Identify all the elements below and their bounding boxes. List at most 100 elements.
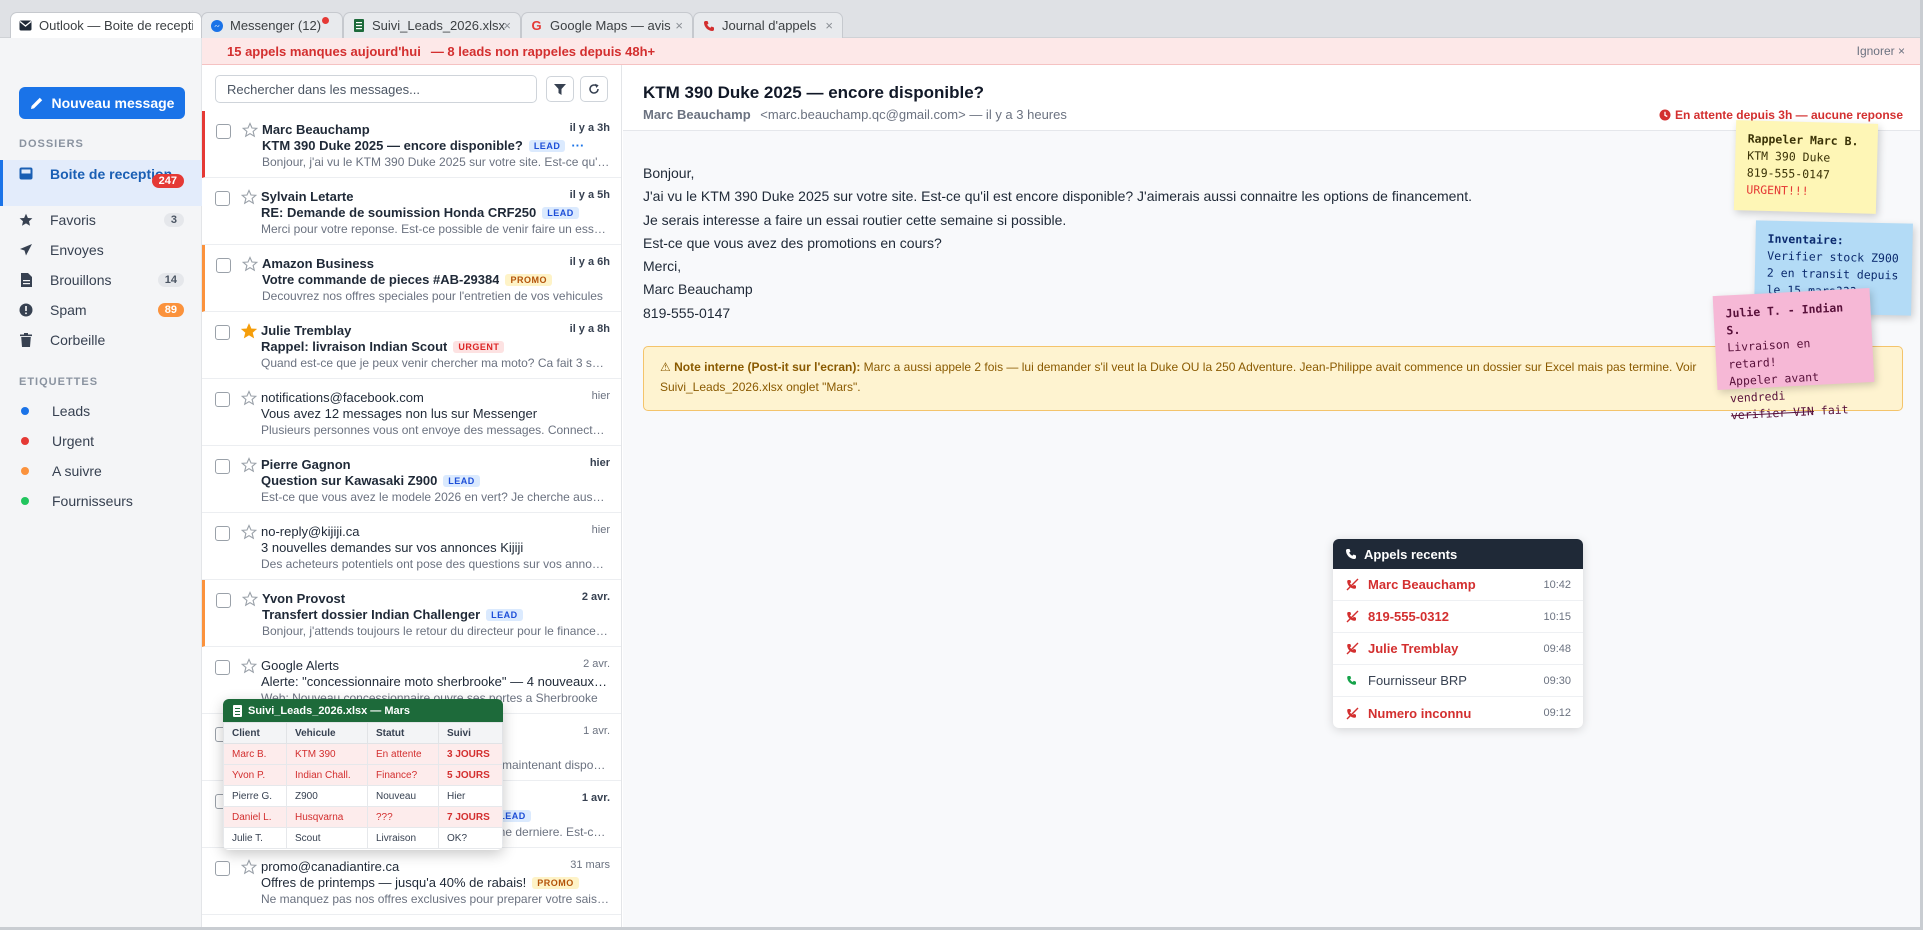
message-time: 2 avr. [581, 591, 610, 603]
label-name: Urgent [52, 433, 95, 449]
table-row[interactable]: Julie T. Scout Livraison OK? [223, 827, 503, 849]
message-row[interactable]: Pierre Gagnon hier Question sur Kawasaki… [202, 446, 621, 513]
table-cell: Indian Chall. [286, 764, 368, 786]
message-from: Marc Beauchamp <marc.beauchamp.qc@gmail.… [643, 107, 1067, 122]
star-icon[interactable] [241, 390, 257, 406]
folder-favorites[interactable]: Favoris 3 [0, 206, 202, 234]
select-checkbox[interactable] [216, 593, 231, 608]
sender-name: Google Alerts [261, 658, 340, 673]
tab-title: Messenger (12) [230, 18, 322, 33]
tab-spreadsheet[interactable]: Suivi_Leads_2026.xlsx × [343, 12, 521, 38]
spreadsheet-title: Suivi_Leads_2026.xlsx — Mars [248, 704, 411, 717]
missed-calls-alert: 15 appels manques aujourd'hui [227, 43, 421, 59]
table-cell: Livraison [367, 827, 439, 849]
folder-trash[interactable]: Corbeille [0, 326, 202, 354]
call-row[interactable]: Fournisseur BRP 09:30 [1333, 665, 1583, 697]
sender-name: no-reply@kijiji.ca [261, 524, 360, 539]
select-checkbox[interactable] [215, 325, 230, 340]
message-preview: maintenant disponible [502, 758, 610, 772]
dismiss-banner-button[interactable]: Ignorer × [1857, 44, 1905, 58]
table-cell: Marc B. [223, 743, 287, 765]
message-row[interactable]: Amazon Business il y a 6h Votre commande… [202, 245, 621, 312]
message-row[interactable]: no-reply@kijiji.ca hier 3 nouvelles dema… [202, 513, 621, 580]
message-row[interactable]: Marc Beauchamp il y a 3h KTM 390 Duke 20… [202, 111, 621, 178]
search-input[interactable] [215, 75, 537, 103]
tab-call-log[interactable]: Journal d'appels × [693, 12, 843, 38]
alert-banner: 15 appels manques aujourd'hui — 8 leads … [202, 38, 1920, 65]
sticky-text: fait [1820, 402, 1849, 418]
reading-pane: KTM 390 Duke 2025 — encore disponible? M… [623, 65, 1920, 927]
message-preview: Merci pour votre reponse. Est-ce possibl… [261, 222, 610, 236]
spreadsheet-popup[interactable]: Suivi_Leads_2026.xlsx — Mars Client Vehi… [223, 699, 503, 850]
new-message-button[interactable]: Nouveau message [19, 87, 185, 119]
sender-name: promo@canadiantire.ca [261, 859, 400, 874]
close-icon[interactable]: × [825, 18, 833, 33]
recent-calls-header: Appels recents [1333, 539, 1583, 569]
select-checkbox[interactable] [215, 861, 230, 876]
table-row[interactable]: Marc B. KTM 390 En attente 3 JOURS [223, 743, 503, 765]
caller-name: 819-555-0312 [1368, 609, 1449, 624]
message-row[interactable]: Yvon Provost 2 avr. Transfert dossier In… [202, 580, 621, 647]
call-row[interactable]: 819-555-0312 10:15 [1333, 601, 1583, 633]
label-urgent[interactable]: Urgent [0, 427, 202, 455]
message-row[interactable]: notifications@facebook.com hier Vous ave… [202, 379, 621, 446]
tab-messenger[interactable]: Messenger (12) [201, 12, 343, 38]
message-row[interactable]: Julie Tremblay il y a 8h Rappel: livrais… [202, 312, 621, 379]
missed-call-icon [1345, 706, 1359, 720]
column-header: Suivi [438, 722, 503, 744]
tab-outlook[interactable]: Outlook — Boite de reception [10, 12, 202, 38]
select-checkbox[interactable] [215, 191, 230, 206]
select-checkbox[interactable] [216, 124, 231, 139]
lead-badge: LEAD [528, 139, 566, 152]
tab-google-maps[interactable]: G Google Maps — avis × [521, 12, 693, 38]
select-checkbox[interactable] [215, 526, 230, 541]
label-suppliers[interactable]: Fournisseurs [0, 487, 202, 515]
send-icon [19, 243, 33, 257]
select-checkbox[interactable] [216, 258, 231, 273]
star-icon[interactable] [242, 122, 258, 138]
folder-sent[interactable]: Envoyes [0, 236, 202, 264]
folder-inbox[interactable]: Boite de reception 247 [0, 160, 202, 206]
select-checkbox[interactable] [215, 392, 230, 407]
urgent-badge: URGENT [453, 340, 505, 353]
message-row[interactable]: promo@canadiantire.ca 31 mars Offres de … [202, 848, 621, 915]
call-row[interactable]: Numero inconnu 09:12 [1333, 697, 1583, 728]
call-row[interactable]: Marc Beauchamp 10:42 [1333, 569, 1583, 601]
spreadsheet-header: Suivi_Leads_2026.xlsx — Mars [223, 699, 503, 722]
unread-count-badge: 247 [151, 174, 184, 188]
folder-spam[interactable]: Spam 89 [0, 296, 202, 324]
table-row[interactable]: Daniel L. Husqvarna ??? 7 JOURS [223, 806, 503, 828]
from-name[interactable]: Marc Beauchamp [643, 107, 751, 122]
call-row[interactable]: Julie Tremblay 09:48 [1333, 633, 1583, 665]
recent-calls-panel: Appels recents Marc Beauchamp 10:42 819-… [1333, 539, 1583, 728]
label-leads[interactable]: Leads [0, 397, 202, 425]
star-icon[interactable] [241, 859, 257, 875]
select-checkbox[interactable] [215, 459, 230, 474]
subject-line: Votre commande de pieces #AB-29384 PROMO [262, 272, 610, 287]
spam-icon [19, 303, 33, 317]
select-checkbox[interactable] [215, 660, 230, 675]
table-row[interactable]: Pierre G. Z900 Nouveau Hier [223, 785, 503, 807]
star-filled-icon[interactable] [241, 323, 257, 339]
leads-alert: — 8 leads non rappeles depuis 48h+ [430, 43, 656, 59]
star-icon[interactable] [241, 189, 257, 205]
note-text-continued: Suivi_Leads_2026.xlsx onglet "Mars". [660, 380, 861, 394]
filter-button[interactable] [546, 76, 574, 102]
star-icon[interactable] [242, 591, 258, 607]
close-icon[interactable]: × [675, 18, 683, 33]
more-options-icon[interactable]: ··· [571, 138, 584, 153]
message-row[interactable]: Sylvain Letarte il y a 5h RE: Demande de… [202, 178, 621, 245]
star-icon[interactable] [241, 658, 257, 674]
subject-text: Votre commande de pieces #AB-29384 [262, 272, 500, 287]
folder-drafts[interactable]: Brouillons 14 [0, 266, 202, 294]
subject-text: RE: Demande de soumission Honda CRF250 [261, 205, 537, 220]
label-follow-up[interactable]: A suivre [0, 457, 202, 485]
star-icon[interactable] [241, 524, 257, 540]
star-icon[interactable] [241, 457, 257, 473]
table-row[interactable]: Yvon P. Indian Chall. Finance? 5 JOURS [223, 764, 503, 786]
star-icon[interactable] [242, 256, 258, 272]
waiting-status: En attente depuis 3h — aucune reponse [1659, 108, 1903, 122]
close-icon[interactable]: × [503, 18, 511, 33]
label-color-dot [21, 407, 29, 415]
refresh-button[interactable] [580, 76, 608, 102]
